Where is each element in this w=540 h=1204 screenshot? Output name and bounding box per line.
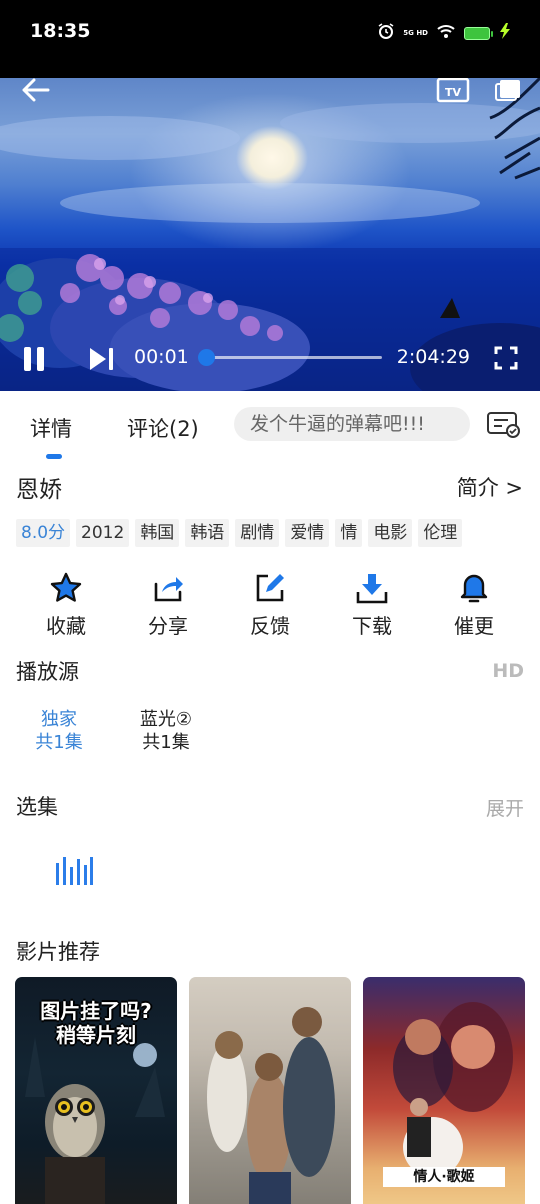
tab-bar: 详情 评论(2) 发个牛逼的弹幕吧!!!: [0, 391, 540, 461]
bell-icon: [456, 570, 492, 606]
status-bar: 18:35 5G HD: [0, 0, 540, 78]
feedback-button[interactable]: 反馈: [230, 570, 310, 639]
tag-score: 8.0分: [16, 519, 71, 547]
favorite-label: 收藏: [46, 614, 86, 638]
source-episodes: 共1集: [142, 732, 190, 753]
seek-thumb[interactable]: [198, 349, 215, 366]
movie-title: 恩娇: [16, 477, 62, 503]
episodes-title: 选集: [16, 795, 58, 819]
source-title: 播放源: [16, 660, 79, 684]
cast-tv-button[interactable]: TV: [436, 78, 470, 104]
tag-genre: 情: [335, 519, 363, 547]
poster-title: 情人·歌姬: [383, 1167, 505, 1187]
tag-list: 8.0分 2012 韩国 韩语 剧情 爱情 情 电影 伦理: [16, 519, 463, 547]
tag-genre: 爱情: [285, 519, 330, 547]
source-name: 独家: [41, 709, 77, 730]
tag-genre: 剧情: [235, 519, 280, 547]
source-name: 蓝光②: [139, 709, 193, 730]
tag-region: 韩国: [135, 519, 180, 547]
feedback-label: 反馈: [250, 614, 290, 638]
tag-type: 电影: [368, 519, 413, 547]
tag-genre: 伦理: [418, 519, 463, 547]
expand-button[interactable]: 展开: [486, 794, 524, 821]
battery-icon: [464, 26, 493, 40]
source-episodes: 共1集: [35, 732, 83, 753]
source-item-bluray[interactable]: 蓝光② 共1集: [121, 708, 211, 754]
placeholder-line2: 稍等片刻: [56, 1023, 136, 1047]
tab-indicator: [46, 454, 62, 459]
wifi-icon: [436, 23, 456, 43]
recommend-card[interactable]: [189, 977, 351, 1204]
placeholder-line1: 图片挂了吗?: [40, 999, 152, 1023]
download-label: 下载: [352, 614, 392, 638]
recommend-card[interactable]: 情人·歌姬: [363, 977, 525, 1204]
playing-equalizer-icon[interactable]: [55, 855, 93, 887]
recommend-title: 影片推荐: [16, 940, 100, 964]
alarm-icon: [377, 22, 395, 44]
hd-label[interactable]: HD: [492, 660, 524, 682]
status-icons: 5G HD: [377, 22, 512, 44]
poster-image: [189, 977, 351, 1204]
intro-link[interactable]: 简介 >: [457, 472, 523, 502]
current-time: 00:01: [134, 346, 189, 368]
floating-window-button[interactable]: [494, 78, 522, 102]
total-time: 2:04:29: [396, 346, 470, 368]
network-label: 5G HD: [403, 29, 428, 37]
back-button[interactable]: [22, 78, 50, 102]
video-player[interactable]: TV 00:01 2:04:29: [0, 78, 540, 391]
tab-comments[interactable]: 评论(2): [127, 413, 199, 443]
danmaku-settings-icon[interactable]: [486, 411, 522, 439]
edit-feedback-icon: [252, 570, 288, 606]
seek-bar[interactable]: [198, 349, 382, 366]
svg-text:TV: TV: [445, 86, 462, 99]
download-button[interactable]: 下载: [332, 570, 412, 639]
share-icon: [150, 570, 186, 606]
danmaku-input[interactable]: 发个牛逼的弹幕吧!!!: [234, 407, 470, 441]
pause-button[interactable]: [22, 346, 48, 372]
charging-icon: [498, 23, 512, 43]
urge-update-button[interactable]: 催更: [434, 570, 514, 639]
fullscreen-icon[interactable]: [494, 346, 518, 370]
recommend-card[interactable]: 图片挂了吗? 稍等片刻: [15, 977, 177, 1204]
tab-detail[interactable]: 详情: [30, 413, 72, 443]
download-icon: [354, 570, 390, 606]
favorite-button[interactable]: 收藏: [26, 570, 106, 639]
tag-year: 2012: [76, 519, 130, 547]
status-time: 18:35: [30, 20, 91, 42]
placeholder-text: 图片挂了吗? 稍等片刻: [15, 999, 177, 1047]
next-episode-button[interactable]: [88, 346, 116, 372]
action-row: 收藏 分享 反馈 下载 催更: [0, 570, 540, 640]
share-button[interactable]: 分享: [128, 570, 208, 639]
source-item-exclusive[interactable]: 独家 共1集: [14, 708, 104, 754]
tag-language: 韩语: [185, 519, 230, 547]
star-icon: [48, 570, 84, 606]
urge-update-label: 催更: [454, 614, 494, 638]
share-label: 分享: [148, 614, 188, 638]
video-frame: [0, 78, 540, 391]
